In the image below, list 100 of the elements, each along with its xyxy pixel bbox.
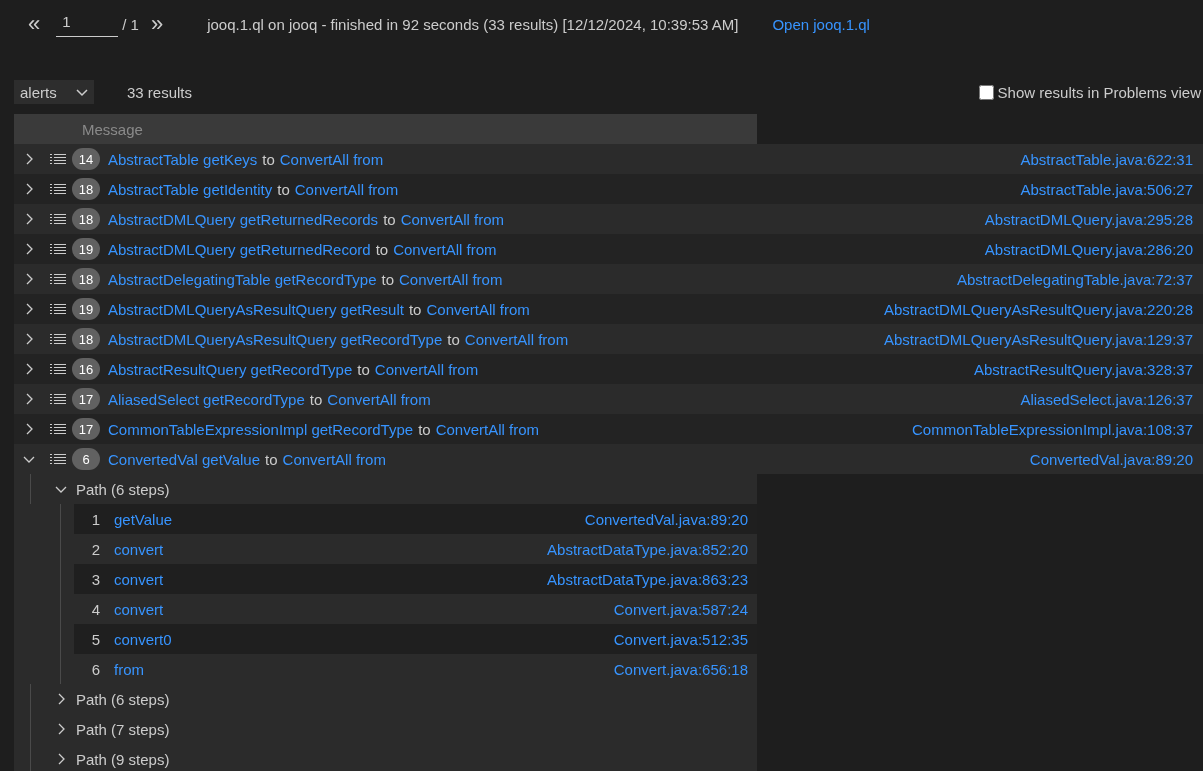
result-count: 33 results xyxy=(127,83,193,101)
step-link[interactable]: convert xyxy=(114,540,164,558)
result-row[interactable]: 16 AbstractResultQuery getRecordType to ConvertAll from AbstractResultQuery.java:328:37 xyxy=(14,354,1203,384)
message-link[interactable]: ConvertAll from xyxy=(374,360,479,378)
message-link[interactable]: ConvertAll from xyxy=(464,330,569,348)
message-link[interactable]: ConvertAll from xyxy=(399,270,503,288)
step-link[interactable]: convert0 xyxy=(114,630,172,648)
result-row[interactable]: 18 AbstractTable getIdentity to ConvertAll from AbstractTable.java:506:27 xyxy=(14,174,1203,204)
problems-view-checkbox[interactable] xyxy=(978,84,994,100)
previous-page-button[interactable]: « xyxy=(24,13,45,35)
list-icon[interactable] xyxy=(50,423,66,435)
list-icon[interactable] xyxy=(50,243,66,255)
list-icon[interactable] xyxy=(50,333,66,345)
step-number: 4 xyxy=(90,600,101,618)
list-icon[interactable] xyxy=(50,453,66,465)
message-text: to xyxy=(375,240,389,258)
message-link[interactable]: AbstractDelegatingTable getRecordType xyxy=(108,270,377,288)
location-link[interactable]: AbstractDataType.java:852:20 xyxy=(547,540,748,558)
result-row[interactable]: 17 AliasedSelect getRecordType to ConvertAll from AliasedSelect.java:126:37 xyxy=(14,384,1203,414)
location-link[interactable]: AliasedSelect.java:126:37 xyxy=(1020,390,1193,408)
message-text: to xyxy=(383,210,396,228)
result-row[interactable]: 19 AbstractDMLQuery getReturnedRecord to ConvertAll from AbstractDMLQuery.java:286:20 xyxy=(14,234,1203,264)
result-row[interactable]: 6 ConvertedVal getValue to ConvertAll from ConvertedVal.java:89:20 xyxy=(14,444,1203,474)
location-link[interactable]: Convert.java:656:18 xyxy=(613,660,748,678)
location-link[interactable]: Convert.java:587:24 xyxy=(613,600,748,618)
list-icon[interactable] xyxy=(50,153,66,165)
location-link[interactable]: AbstractDMLQueryAsResultQuery.java:129:37 xyxy=(883,330,1193,348)
message-link[interactable]: ConvertAll from xyxy=(400,210,504,228)
list-icon[interactable] xyxy=(50,393,66,405)
message-link[interactable]: ConvertAll from xyxy=(435,420,540,438)
location-link[interactable]: AbstractResultQuery.java:328:37 xyxy=(974,360,1193,378)
result-row[interactable]: 19 AbstractDMLQueryAsResultQuery getResult to ConvertAll from AbstractDMLQueryAsResultQuery.java:220:28 xyxy=(14,294,1203,324)
message-link[interactable]: ConvertedVal getValue xyxy=(108,450,261,468)
location-link[interactable]: ConvertedVal.java:89:20 xyxy=(584,510,748,528)
message-link[interactable]: ConvertAll from xyxy=(426,300,530,318)
message-link[interactable]: AbstractTable getIdentity xyxy=(108,180,273,198)
step-link[interactable]: from xyxy=(114,660,144,678)
result-row[interactable]: 18 AbstractDMLQueryAsResultQuery getRecordType to ConvertAll from AbstractDMLQueryAsResultQuery.java:129:37 xyxy=(14,324,1203,354)
message-link[interactable]: AliasedSelect getRecordType xyxy=(108,390,305,408)
chevron-down-icon xyxy=(76,86,88,98)
location-link[interactable]: AbstractTable.java:506:27 xyxy=(1020,180,1193,198)
next-page-button[interactable]: » xyxy=(146,13,168,35)
message-text: to xyxy=(381,270,394,288)
message-link[interactable]: ConvertAll from xyxy=(294,180,399,198)
path-count-badge: 18 xyxy=(72,208,100,230)
path-label: Path (9 steps) xyxy=(76,750,170,768)
path-label: Path (6 steps) xyxy=(76,480,170,498)
message-link[interactable]: CommonTableExpressionImpl getRecordType xyxy=(108,420,414,438)
message-link[interactable]: AbstractDMLQuery getReturnedRecord xyxy=(108,240,371,258)
message-text: to xyxy=(408,300,422,318)
message-link[interactable]: AbstractDMLQueryAsResultQuery getResult xyxy=(108,300,404,318)
path-row[interactable]: Path (9 steps) xyxy=(14,744,757,771)
location-link[interactable]: AbstractDelegatingTable.java:72:37 xyxy=(957,270,1193,288)
result-row[interactable]: 18 AbstractDMLQuery getReturnedRecords to ConvertAll from AbstractDMLQuery.java:295:28 xyxy=(14,204,1203,234)
message-link[interactable]: AbstractResultQuery getRecordType xyxy=(108,360,353,378)
step-link[interactable]: getValue xyxy=(114,510,173,528)
checkbox-label: Show results in Problems view xyxy=(997,83,1201,101)
message-link[interactable]: AbstractDMLQueryAsResultQuery getRecordType xyxy=(108,330,443,348)
open-query-link[interactable]: Open jooq.1.ql xyxy=(772,15,870,33)
message-text: to xyxy=(309,390,323,408)
path-count-badge: 17 xyxy=(72,418,100,440)
list-icon[interactable] xyxy=(50,363,66,375)
message-link[interactable]: ConvertAll from xyxy=(279,150,384,168)
message-link[interactable]: ConvertAll from xyxy=(282,450,386,468)
page-total: / 1 xyxy=(122,15,139,33)
list-icon[interactable] xyxy=(50,183,66,195)
path-count-badge: 17 xyxy=(72,388,100,410)
page-input[interactable]: 1 xyxy=(56,11,119,37)
path-count-badge: 6 xyxy=(72,448,100,470)
path-count-badge: 18 xyxy=(72,268,100,290)
location-link[interactable]: AbstractTable.java:622:31 xyxy=(1020,150,1193,168)
result-row[interactable]: 14 AbstractTable getKeys to ConvertAll from AbstractTable.java:622:31 xyxy=(14,144,1203,174)
location-link[interactable]: AbstractDataType.java:863:23 xyxy=(547,570,748,588)
step-link[interactable]: convert xyxy=(114,570,164,588)
message-link[interactable]: AbstractTable getKeys xyxy=(108,150,258,168)
location-link[interactable]: AbstractDMLQuery.java:286:20 xyxy=(984,240,1193,258)
location-link[interactable]: Convert.java:512:35 xyxy=(613,630,748,648)
path-label: Path (6 steps) xyxy=(76,690,170,708)
message-text: to xyxy=(418,420,431,438)
path-row[interactable]: Path (6 steps) xyxy=(14,684,757,714)
step-link[interactable]: convert xyxy=(114,600,164,618)
path-row[interactable]: Path (6 steps) xyxy=(14,474,757,504)
step-number: 3 xyxy=(90,570,101,588)
message-link[interactable]: AbstractDMLQuery getReturnedRecords xyxy=(108,210,379,228)
message-link[interactable]: ConvertAll from xyxy=(393,240,497,258)
result-row[interactable]: 18 AbstractDelegatingTable getRecordType to ConvertAll from AbstractDelegatingTable.java:72:37 xyxy=(14,264,1203,294)
location-link[interactable]: CommonTableExpressionImpl.java:108:37 xyxy=(912,420,1193,438)
path-row[interactable]: Path (7 steps) xyxy=(14,714,757,744)
path-count-badge: 18 xyxy=(72,328,100,350)
list-icon[interactable] xyxy=(50,213,66,225)
result-row[interactable]: 17 CommonTableExpressionImpl getRecordType to ConvertAll from CommonTableExpressionImpl.java:108:37 xyxy=(14,414,1203,444)
location-link[interactable]: AbstractDMLQuery.java:295:28 xyxy=(984,210,1193,228)
path-count-badge: 19 xyxy=(72,238,100,260)
location-link[interactable]: ConvertedVal.java:89:20 xyxy=(1029,450,1193,468)
list-icon[interactable] xyxy=(50,303,66,315)
result-set-select[interactable]: alerts xyxy=(14,80,94,104)
list-icon[interactable] xyxy=(50,273,66,285)
location-link[interactable]: AbstractDMLQueryAsResultQuery.java:220:28 xyxy=(883,300,1193,318)
message-link[interactable]: ConvertAll from xyxy=(327,390,431,408)
step-number: 2 xyxy=(90,540,101,558)
